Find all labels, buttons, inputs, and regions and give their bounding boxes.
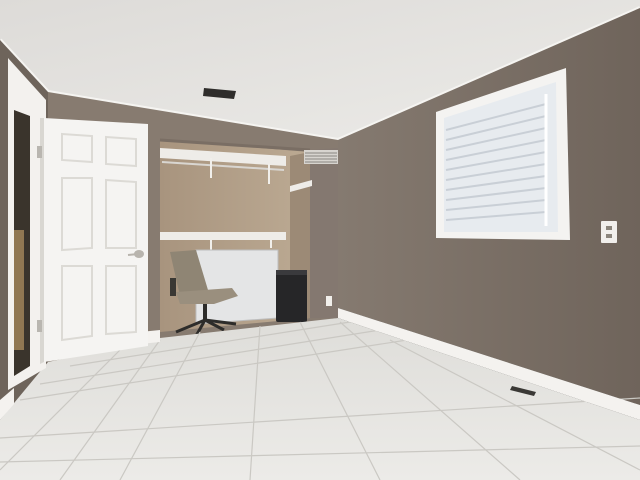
heater-top [276,270,307,275]
hallway-light [14,230,24,350]
door-hinge [37,320,42,332]
room-photo [0,0,640,480]
closet-shelf-lower [160,232,286,240]
wall-outlet-icon [601,221,617,243]
closet-frame-right [310,148,338,318]
space-heater [276,270,307,322]
whiteboard-panel [195,249,279,325]
door-hinge [37,146,42,158]
door [44,118,148,362]
outlet-icon [326,296,332,306]
